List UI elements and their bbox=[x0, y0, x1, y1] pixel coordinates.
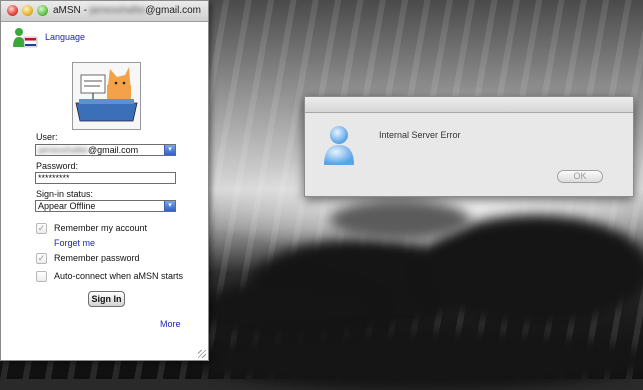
close-window-button[interactable] bbox=[7, 5, 18, 16]
user-label: User: bbox=[36, 132, 58, 142]
zoom-window-button[interactable] bbox=[37, 5, 48, 16]
user-combobox[interactable]: jamesshafiei@gmail.com ▾ bbox=[35, 144, 176, 156]
auto-connect-label[interactable]: Auto-connect when aMSN starts bbox=[54, 271, 183, 281]
amsn-window: aMSN - jamesshafiei@gmail.com Language U… bbox=[0, 0, 209, 361]
password-field[interactable]: ********* bbox=[35, 172, 176, 184]
blurred-account-name: jamesshafiei bbox=[89, 5, 146, 16]
error-message: Internal Server Error bbox=[379, 130, 461, 140]
status-dropdown-arrow-icon[interactable]: ▾ bbox=[164, 201, 175, 211]
remember-account-checkbox[interactable]: ✓ bbox=[36, 223, 47, 234]
blurred-username: jamesshafiei bbox=[38, 145, 89, 155]
user-dropdown-arrow-icon[interactable]: ▾ bbox=[164, 145, 175, 155]
remember-password-label[interactable]: Remember password bbox=[54, 253, 140, 263]
forget-me-link[interactable]: Forget me bbox=[54, 238, 95, 248]
cat-in-box-icon bbox=[73, 63, 140, 129]
auto-connect-checkbox[interactable] bbox=[36, 271, 47, 282]
remember-account-label[interactable]: Remember my account bbox=[54, 223, 147, 233]
minimize-window-button[interactable] bbox=[22, 5, 33, 16]
sign-in-button[interactable]: Sign In bbox=[88, 291, 125, 307]
language-link[interactable]: Language bbox=[45, 32, 85, 42]
remember-password-checkbox[interactable]: ✓ bbox=[36, 253, 47, 264]
dialog-titlebar[interactable] bbox=[305, 97, 633, 113]
msn-buddy-icon bbox=[13, 28, 38, 48]
msn-buddy-icon bbox=[324, 126, 354, 165]
window-title: aMSN - jamesshafiei@gmail.com bbox=[53, 5, 201, 16]
sign-in-status-select[interactable]: Appear Offline ▾ bbox=[35, 200, 176, 212]
window-titlebar[interactable]: aMSN - jamesshafiei@gmail.com bbox=[1, 1, 208, 22]
display-picture[interactable] bbox=[72, 62, 141, 130]
password-label: Password: bbox=[36, 161, 79, 171]
ok-button[interactable]: OK bbox=[557, 170, 603, 183]
more-link[interactable]: More bbox=[160, 319, 181, 329]
resize-grip-icon[interactable] bbox=[198, 350, 206, 358]
error-dialog: Internal Server Error OK bbox=[304, 96, 634, 197]
sign-in-status-label: Sign-in status: bbox=[36, 189, 94, 199]
